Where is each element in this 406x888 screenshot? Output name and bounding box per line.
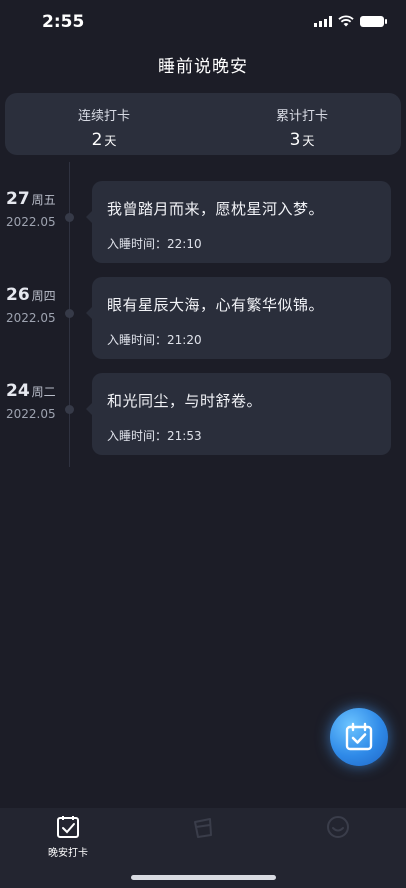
entry-day: 24 [6,381,30,401]
home-indicator [131,875,276,880]
page-title: 睡前说晚安 [158,57,248,77]
entry-weekday: 周二 [31,385,56,399]
entry-bubble[interactable]: 和光同尘，与时舒卷。 入睡时间：21:53 [86,373,391,455]
timeline-dot [65,309,74,318]
stat-total-label: 累计打卡 [275,109,328,124]
timeline-dot [65,213,74,222]
stat-total: 累计打卡 3天 [203,93,401,155]
timeline-dot [65,405,74,414]
cup-icon [194,818,212,838]
stat-streak-value: 2 [91,130,103,150]
stat-streak-unit: 天 [104,134,117,148]
stat-streak: 连续打卡 2天 [5,93,203,155]
entry-bubble[interactable]: 眼有星辰大海，心有繁华似锦。 入睡时间：21:20 [86,277,391,359]
tab-checkin-label: 晚安打卡 [48,848,88,859]
entry-year-month: 2022.05 [6,311,56,325]
entry-day: 27 [6,189,30,209]
entry-year-month: 2022.05 [6,215,56,229]
entry-day: 26 [6,285,30,305]
signal-icon [314,15,332,27]
checkin-icon [57,816,79,838]
smile-icon [327,816,349,838]
status-time: 2:55 [42,12,85,32]
entry-weekday: 周四 [31,289,56,303]
stat-streak-label: 连续打卡 [77,109,130,124]
tab-cup[interactable] [153,814,253,844]
entry-sleep-time: 入睡时间：21:53 [107,429,202,443]
status-icons [314,15,387,27]
wifi-icon [338,15,354,27]
stat-total-unit: 天 [302,134,315,148]
status-bar: 2:55 [0,0,406,44]
entry-sleep-time: 入睡时间：22:10 [107,237,202,251]
stats-card: 连续打卡 2天 累计打卡 3天 [5,93,401,155]
entry-quote: 眼有星辰大海，心有繁华似锦。 [107,296,325,314]
entry-sleep-time: 入睡时间：21:20 [107,333,202,347]
tab-mine[interactable] [288,814,388,844]
calendar-check-icon [345,722,373,751]
checkin-fab-button[interactable] [330,708,388,766]
entry-year-month: 2022.05 [6,407,56,421]
battery-icon [360,15,387,27]
stat-total-value: 3 [289,130,301,150]
entry-quote: 我曾踏月而来，愿枕星河入梦。 [107,200,325,218]
entry-bubble[interactable]: 我曾踏月而来，愿枕星河入梦。 入睡时间：22:10 [86,181,391,263]
entry-quote: 和光同尘，与时舒卷。 [107,392,263,410]
tab-checkin[interactable]: 晚安打卡 [18,814,118,859]
entry-weekday: 周五 [31,193,56,207]
